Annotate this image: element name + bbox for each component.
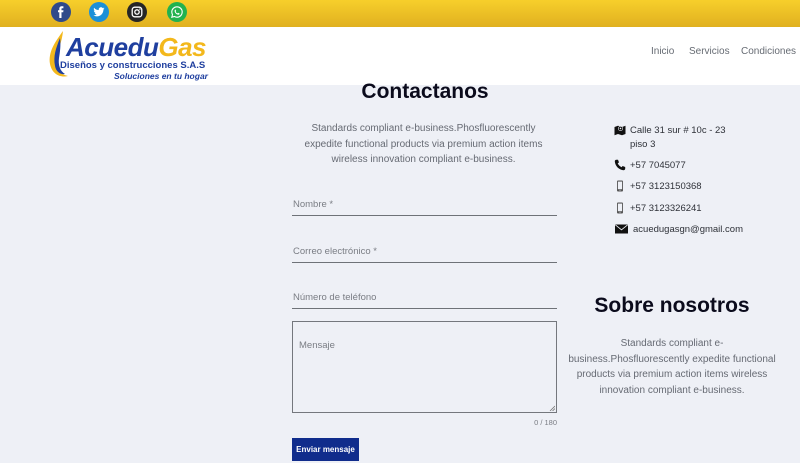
name-field[interactable]: Nombre *: [292, 196, 557, 216]
envelope-icon: [615, 224, 628, 234]
address-line1: Calle 31 sur # 10c - 23: [630, 125, 726, 136]
about-description: Standards compliant e-business.Phosfluor…: [568, 338, 776, 396]
facebook-icon[interactable]: [51, 2, 71, 22]
phone-field[interactable]: Número de teléfono: [292, 289, 557, 309]
instagram-icon[interactable]: [127, 2, 147, 22]
site-logo[interactable]: AcueduGas Diseños y construcciones S.A.S…: [46, 30, 221, 82]
nav-inicio[interactable]: Inicio: [651, 46, 674, 57]
name-label: Nombre *: [293, 199, 334, 210]
mobile-icon: [617, 180, 623, 192]
map-icon: [614, 125, 626, 136]
whatsapp-icon[interactable]: [167, 2, 187, 22]
logo-subtitle: Diseños y construcciones S.A.S: [60, 60, 206, 71]
email-label: Correo electrónico *: [293, 246, 377, 257]
twitter-icon[interactable]: [89, 2, 109, 22]
email-text: acuedugasgn@gmail.com: [633, 224, 743, 235]
phone-label: Número de teléfono: [293, 292, 377, 303]
contact-title: Contactanos: [361, 80, 489, 103]
site-header: AcueduGas Diseños y construcciones S.A.S…: [0, 27, 800, 85]
logo-wordmark: AcueduGas: [66, 32, 206, 62]
logo-tagline: Soluciones en tu hogar: [114, 71, 208, 81]
mobile1-text: +57 3123150368: [630, 181, 702, 192]
phone-icon: [614, 159, 626, 171]
char-counter: 0 / 180: [534, 418, 557, 427]
submit-button[interactable]: Enviar mensaje: [292, 438, 359, 461]
address-line2: piso 3: [630, 138, 656, 150]
message-label: Mensaje: [299, 340, 335, 351]
email-field[interactable]: Correo electrónico *: [292, 243, 557, 263]
message-textarea[interactable]: Mensaje: [292, 321, 557, 413]
mobile-icon: [617, 202, 623, 214]
phone-text: +57 7045077: [630, 160, 686, 171]
contact-description: Standards compliant e-business.Phosfluor…: [304, 123, 543, 165]
mobile2-text: +57 3123326241: [630, 203, 702, 214]
nav-servicios[interactable]: Servicios: [689, 46, 730, 57]
top-bar: [0, 0, 800, 27]
about-title: Sobre nosotros: [594, 294, 750, 317]
nav-condiciones[interactable]: Condiciones: [741, 46, 796, 57]
resize-handle-icon[interactable]: [549, 405, 555, 411]
